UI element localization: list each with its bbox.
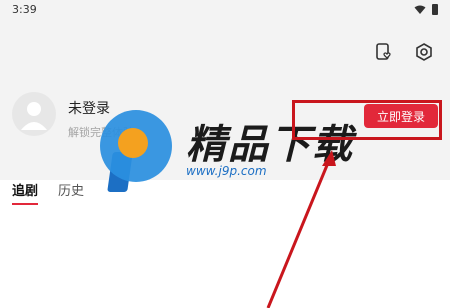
username[interactable]: 未登录 xyxy=(68,98,110,118)
status-bar: 3:39 xyxy=(0,0,450,20)
status-time: 3:39 xyxy=(12,3,37,16)
battery-icon xyxy=(432,4,438,15)
tab-following[interactable]: 追剧 xyxy=(12,180,39,205)
header-actions xyxy=(374,42,434,62)
login-button[interactable]: 立即登录 xyxy=(364,104,438,128)
status-icons xyxy=(414,4,438,15)
avatar[interactable] xyxy=(12,92,56,136)
profile-header-area xyxy=(0,0,450,180)
wifi-icon xyxy=(414,5,426,14)
tab-history[interactable]: 历史 xyxy=(58,180,84,205)
heart-note-icon[interactable] xyxy=(374,42,394,62)
login-hint: 解锁完整体验 xyxy=(68,126,134,139)
content-tabs: 追剧 历史 xyxy=(12,180,84,205)
avatar-placeholder-icon xyxy=(21,102,47,130)
settings-gear-icon[interactable] xyxy=(414,42,434,62)
